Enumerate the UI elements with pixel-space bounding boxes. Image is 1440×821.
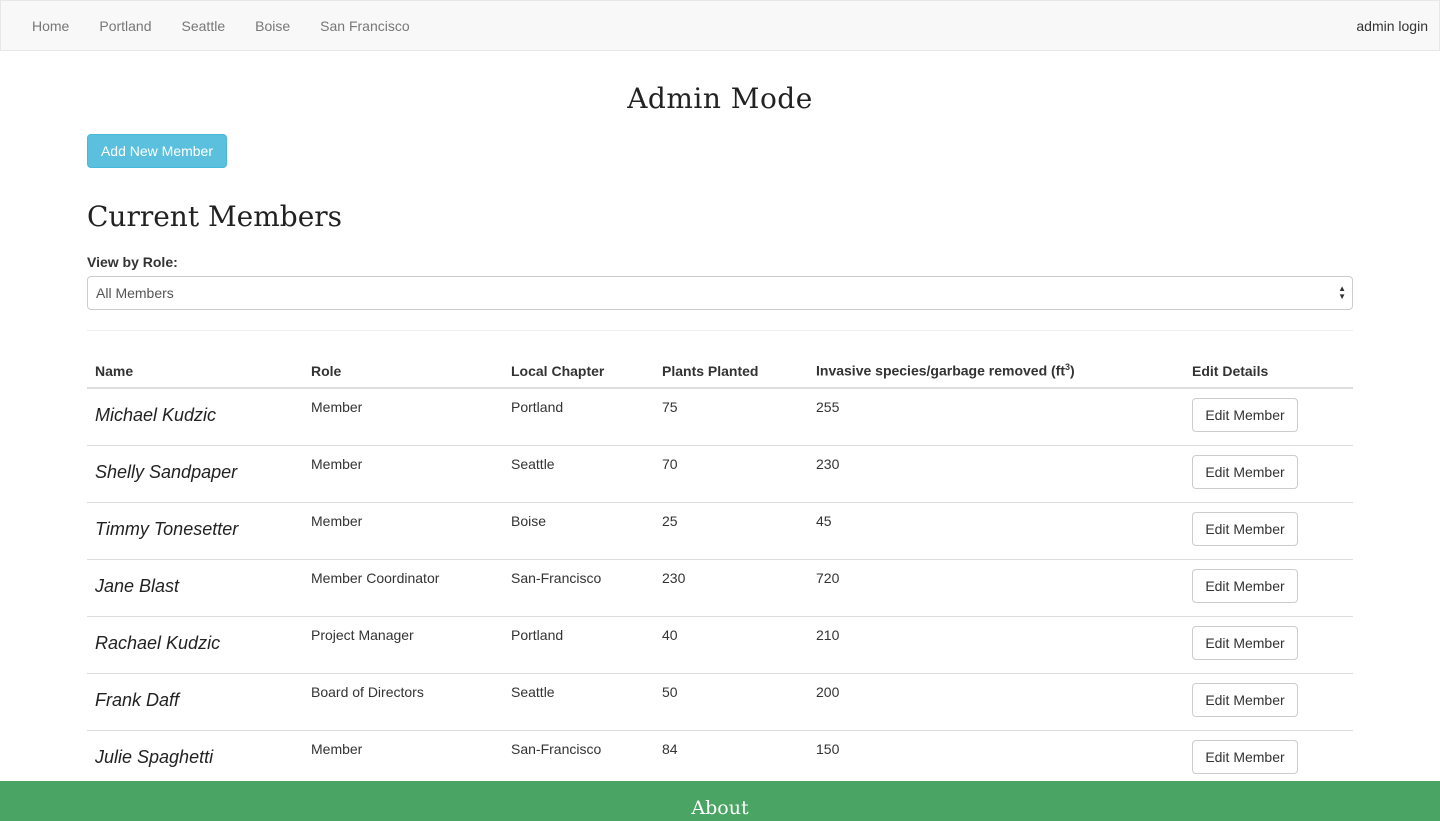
table-row: Michael Kudzic Member Portland 75 255 Ed… [87,387,1353,445]
table-row: Shelly Sandpaper Member Seattle 70 230 E… [87,444,1353,502]
table-row: Julie Spaghetti Member San-Francisco 84 … [87,729,1353,787]
member-edit-cell: Edit Member [1184,729,1353,787]
member-removed: 210 [808,615,1184,673]
table-row: Jane Blast Member Coordinator San-Franci… [87,558,1353,616]
member-name: Rachael Kudzic [87,615,303,673]
member-plants: 25 [654,501,808,559]
member-name: Timmy Tonesetter [87,501,303,559]
table-row: Rachael Kudzic Project Manager Portland … [87,615,1353,673]
edit-member-button[interactable]: Edit Member [1192,739,1298,774]
member-removed: 200 [808,672,1184,730]
member-chapter: Boise [503,501,654,559]
header-local-chapter: Local Chapter [503,350,654,389]
member-name: Shelly Sandpaper [87,444,303,502]
nav-link-san-francisco[interactable]: San Francisco [305,1,424,51]
members-table: Name Role Local Chapter Plants Planted I… [87,350,1353,787]
page-title: Admin Mode [627,82,813,115]
header-role: Role [303,350,503,389]
member-plants: 70 [654,444,808,502]
member-removed: 255 [808,387,1184,445]
view-by-role-label: View by Role: [87,254,178,270]
member-plants: 75 [654,387,808,445]
header-name: Name [87,350,303,389]
member-chapter: Seattle [503,672,654,730]
member-removed: 230 [808,444,1184,502]
table-header-row: Name Role Local Chapter Plants Planted I… [87,350,1353,389]
nav-links: Home Portland Seattle Boise San Francisc… [17,1,425,51]
member-role: Member [303,444,503,502]
member-role: Member [303,387,503,445]
table-row: Timmy Tonesetter Member Boise 25 45 Edit… [87,501,1353,559]
header-invasive-close: ) [1070,363,1075,379]
add-new-member-button[interactable]: Add New Member [87,134,227,168]
member-role: Member [303,729,503,787]
edit-member-button[interactable]: Edit Member [1192,454,1298,489]
top-navbar: Home Portland Seattle Boise San Francisc… [0,0,1440,51]
nav-link-portland[interactable]: Portland [84,1,166,51]
member-name: Michael Kudzic [87,387,303,445]
nav-link-home[interactable]: Home [17,1,84,51]
role-filter-value: All Members [96,285,174,301]
header-edit-details: Edit Details [1184,350,1353,389]
member-edit-cell: Edit Member [1184,615,1353,673]
member-edit-cell: Edit Member [1184,558,1353,616]
member-edit-cell: Edit Member [1184,672,1353,730]
edit-member-button[interactable]: Edit Member [1192,398,1298,432]
member-role: Project Manager [303,615,503,673]
member-plants: 50 [654,672,808,730]
select-arrows-icon: ▲ ▼ [1338,284,1346,301]
member-role: Board of Directors [303,672,503,730]
member-name: Frank Daff [87,672,303,730]
member-edit-cell: Edit Member [1184,387,1353,445]
nav-link-boise[interactable]: Boise [240,1,305,51]
edit-member-button[interactable]: Edit Member [1192,625,1298,660]
edit-member-button[interactable]: Edit Member [1192,511,1298,546]
section-title: Current Members [87,200,343,233]
role-filter-select[interactable]: All Members ▲ ▼ [87,276,1353,310]
section-divider [87,330,1353,331]
member-chapter: San-Francisco [503,558,654,616]
member-edit-cell: Edit Member [1184,501,1353,559]
member-name: Jane Blast [87,558,303,616]
member-plants: 230 [654,558,808,616]
table-row: Frank Daff Board of Directors Seattle 50… [87,672,1353,730]
header-invasive-removed: Invasive species/garbage removed (ft3) [808,350,1184,389]
member-plants: 40 [654,615,808,673]
member-chapter: Portland [503,615,654,673]
edit-member-button[interactable]: Edit Member [1192,682,1298,717]
edit-member-button[interactable]: Edit Member [1192,568,1298,603]
header-invasive-text: Invasive species/garbage removed (ft [816,363,1065,379]
nav-link-seattle[interactable]: Seattle [167,1,241,51]
member-role: Member Coordinator [303,558,503,616]
member-edit-cell: Edit Member [1184,444,1353,502]
member-chapter: San-Francisco [503,729,654,787]
footer-about-title: About [691,797,749,819]
footer-bar: About [0,781,1440,821]
admin-login-link[interactable]: admin login [1356,1,1428,51]
member-chapter: Seattle [503,444,654,502]
member-plants: 84 [654,729,808,787]
member-role: Member [303,501,503,559]
member-removed: 150 [808,729,1184,787]
member-chapter: Portland [503,387,654,445]
member-removed: 45 [808,501,1184,559]
header-plants-planted: Plants Planted [654,350,808,389]
member-removed: 720 [808,558,1184,616]
member-name: Julie Spaghetti [87,729,303,787]
